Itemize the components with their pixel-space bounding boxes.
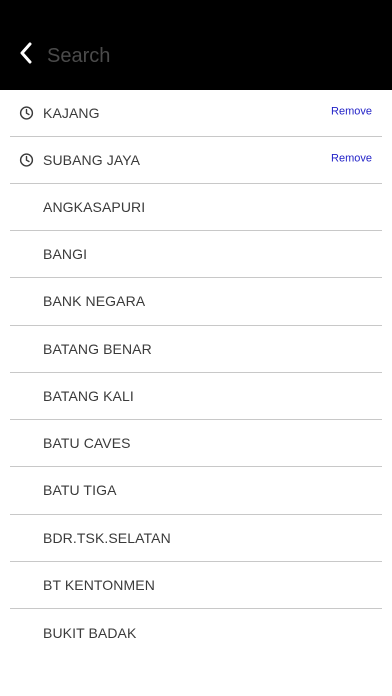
recent-search-label: SUBANG JAYA <box>43 151 141 168</box>
clock-icon <box>19 106 34 120</box>
station-row[interactable]: BUKIT BADAK <box>10 609 382 656</box>
app-header <box>0 0 392 90</box>
station-row[interactable]: BT KENTONMEN <box>10 562 382 609</box>
station-label: BATU CAVES <box>43 435 131 452</box>
clock-icon <box>19 153 34 167</box>
station-row[interactable]: BDR.TSK.SELATAN <box>10 515 382 562</box>
station-label: BDR.TSK.SELATAN <box>43 529 171 546</box>
station-label: BANK NEGARA <box>43 293 146 310</box>
station-row[interactable]: BATANG KALI <box>10 373 382 420</box>
station-label: BT KENTONMEN <box>43 576 155 593</box>
station-label: BANGI <box>43 246 88 263</box>
remove-button[interactable]: Remove <box>331 152 372 164</box>
recent-search-label: KAJANG <box>43 104 100 121</box>
station-label: BUKIT BADAK <box>43 624 137 641</box>
chevron-left-icon <box>20 42 32 64</box>
station-row[interactable]: BANK NEGARA <box>10 278 382 326</box>
back-button[interactable] <box>14 38 38 68</box>
station-label: BATANG KALI <box>43 387 134 404</box>
station-row[interactable]: BANGI <box>10 231 382 279</box>
search-input[interactable] <box>47 40 367 72</box>
station-label: BATU TIGA <box>43 482 117 499</box>
station-row[interactable]: ANGKASAPURI <box>10 184 382 231</box>
station-label: BATANG BENAR <box>43 340 152 357</box>
remove-button[interactable]: Remove <box>331 105 372 117</box>
station-list: KAJANG Remove SUBANG JAYA Remove ANGKASA… <box>0 90 392 656</box>
station-label: ANGKASAPURI <box>43 198 146 215</box>
station-row[interactable]: BATANG BENAR <box>10 326 382 373</box>
recent-search-row[interactable]: SUBANG JAYA Remove <box>10 137 382 184</box>
station-row[interactable]: BATU CAVES <box>10 420 382 468</box>
station-row[interactable]: BATU TIGA <box>10 467 382 515</box>
recent-search-row[interactable]: KAJANG Remove <box>10 90 382 137</box>
